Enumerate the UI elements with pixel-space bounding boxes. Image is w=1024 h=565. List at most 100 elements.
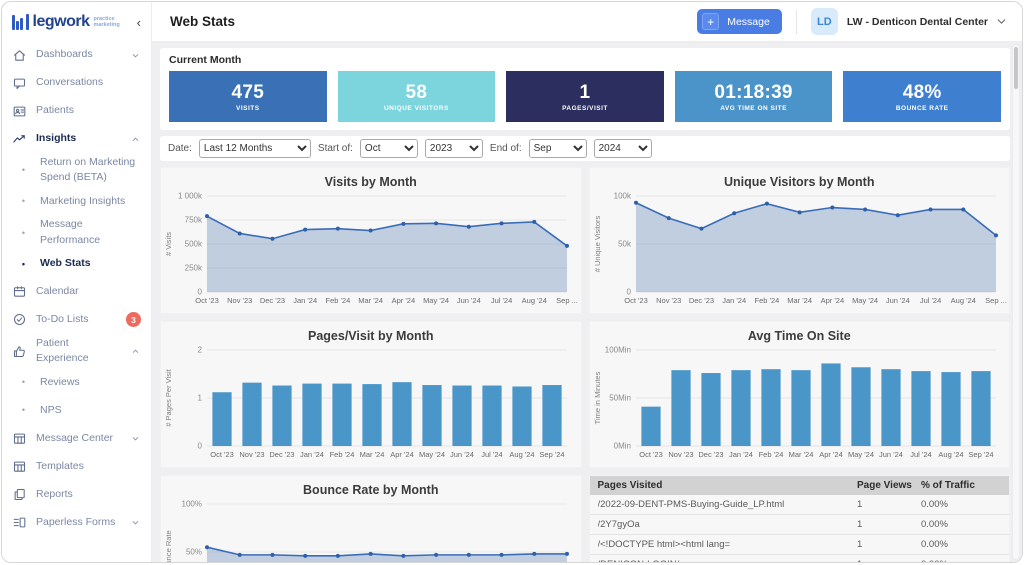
sidebar-item-return-on-marketing-spend[interactable]: •Return on Marketing Spend (BETA) bbox=[2, 153, 151, 187]
sidebar-item-conversations[interactable]: Conversations bbox=[2, 69, 151, 97]
chevron-down-icon bbox=[130, 50, 141, 61]
svg-text:Jun '24: Jun '24 bbox=[450, 450, 474, 459]
svg-text:1: 1 bbox=[198, 394, 203, 403]
bullet-icon: • bbox=[16, 196, 31, 206]
sidebar-item-label: Message Performance bbox=[40, 217, 141, 247]
account-name[interactable]: LW - Denticon Dental Center bbox=[847, 16, 988, 28]
svg-text:250k: 250k bbox=[185, 264, 203, 273]
table-header-row: Pages VisitedPage Views% of Traffic bbox=[590, 476, 1010, 495]
sidebar-item-reviews[interactable]: •Reviews bbox=[2, 368, 151, 396]
svg-text:Aug '24: Aug '24 bbox=[522, 296, 547, 305]
account-chevron-down-icon[interactable] bbox=[995, 15, 1008, 28]
sidebar-item-message-performance[interactable]: •Message Performance bbox=[2, 215, 151, 249]
sidebar-item-message-center[interactable]: Message Center bbox=[2, 424, 151, 452]
svg-text:50%: 50% bbox=[186, 548, 202, 557]
sidebar-item-nps[interactable]: •NPS bbox=[2, 396, 151, 424]
sidebar-item-templates[interactable]: Templates bbox=[2, 452, 151, 480]
svg-text:0Min: 0Min bbox=[613, 442, 630, 451]
stat-card-pages-visit: 1 PAGES/VISIT bbox=[506, 71, 664, 122]
svg-text:May '24: May '24 bbox=[419, 450, 445, 459]
message-button[interactable]: + Message bbox=[697, 9, 782, 34]
svg-text:0: 0 bbox=[198, 442, 203, 451]
sidebar-item-label: NPS bbox=[40, 403, 141, 418]
date-range-select[interactable]: Last 12 Months bbox=[199, 139, 311, 158]
svg-text:Sep ...: Sep ... bbox=[556, 296, 578, 305]
sidebar-item-label: Paperless Forms bbox=[36, 515, 121, 530]
sidebar-item-web-stats[interactable]: •Web Stats bbox=[2, 250, 151, 278]
svg-text:Jul '24: Jul '24 bbox=[910, 450, 931, 459]
traffic-cell: 0.00% bbox=[921, 539, 1001, 550]
chart-pages-per-visit-by-month: Pages/Visit by Month012# Pages Per Visit… bbox=[160, 321, 582, 468]
svg-text:Aug '24: Aug '24 bbox=[509, 450, 534, 459]
traffic-cell: 0.00% bbox=[921, 499, 1001, 510]
sidebar-item-patients[interactable]: Patients bbox=[2, 97, 151, 125]
svg-text:Jan '24: Jan '24 bbox=[300, 450, 324, 459]
sidebar-item-marketing-insights[interactable]: •Marketing Insights bbox=[2, 187, 151, 215]
start-year-select[interactable]: 2023 bbox=[425, 139, 483, 158]
svg-text:Mar '24: Mar '24 bbox=[788, 450, 813, 459]
content-scrollbar[interactable] bbox=[1012, 44, 1020, 560]
end-year-select[interactable]: 2024 bbox=[594, 139, 652, 158]
copy-icon bbox=[12, 487, 27, 502]
svg-text:500k: 500k bbox=[185, 240, 203, 249]
todo-count-badge: 3 bbox=[126, 312, 141, 327]
chevron-up-icon bbox=[130, 346, 141, 357]
svg-text:Jul '24: Jul '24 bbox=[919, 296, 940, 305]
chart-bounce-rate-by-month: Bounce Rate by Month50%100%Bounce RateOc… bbox=[160, 475, 582, 562]
sidebar-item-paperless-forms[interactable]: Paperless Forms bbox=[2, 508, 151, 536]
svg-text:Sep ...: Sep ... bbox=[985, 296, 1007, 305]
svg-text:May '24: May '24 bbox=[852, 296, 878, 305]
svg-text:Nov '23: Nov '23 bbox=[656, 296, 681, 305]
stat-card-bounce-rate: 48% BOUNCE RATE bbox=[843, 71, 1001, 122]
svg-text:Dec '23: Dec '23 bbox=[698, 450, 723, 459]
svg-text:# Visits: # Visits bbox=[164, 232, 173, 256]
svg-text:Jul '24: Jul '24 bbox=[491, 296, 512, 305]
start-month-select[interactable]: Oct bbox=[360, 139, 418, 158]
sidebar-item-label: Web Stats bbox=[40, 256, 141, 271]
svg-text:Jun '24: Jun '24 bbox=[885, 296, 909, 305]
sidebar-nav: DashboardsConversationsPatientsInsights•… bbox=[2, 41, 151, 536]
sidebar-item-insights[interactable]: Insights bbox=[2, 125, 151, 153]
date-filter-bar: Date: Last 12 Months Start of: Oct 2023 … bbox=[160, 136, 1010, 161]
pages-visited-table: Pages VisitedPage Views% of Traffic/2022… bbox=[589, 475, 1011, 562]
svg-text:Nov '23: Nov '23 bbox=[239, 450, 264, 459]
sidebar-item-dashboards[interactable]: Dashboards bbox=[2, 41, 151, 69]
sidebar-item-to-do-lists[interactable]: To-Do Lists3 bbox=[2, 306, 151, 334]
svg-text:Apr '24: Apr '24 bbox=[392, 296, 416, 305]
scrollbar-thumb[interactable] bbox=[1014, 47, 1018, 89]
page-views-cell: 1 bbox=[857, 499, 921, 510]
svg-text:Jun '24: Jun '24 bbox=[879, 450, 903, 459]
page-views-cell: 1 bbox=[857, 559, 921, 562]
content: Current Month 475 VISITS58 UNIQUE VISITO… bbox=[152, 42, 1022, 562]
insights-icon bbox=[12, 132, 27, 147]
sidebar-item-reports[interactable]: Reports bbox=[2, 480, 151, 508]
avatar[interactable]: LD bbox=[811, 8, 838, 35]
table-row: /2022-09-DENT-PMS-Buying-Guide_LP.html10… bbox=[590, 495, 1010, 515]
stat-value: 1 bbox=[580, 82, 591, 104]
svg-text:Dec '23: Dec '23 bbox=[269, 450, 294, 459]
sidebar-collapse-icon[interactable]: ‹ bbox=[135, 15, 143, 30]
chat-icon bbox=[12, 76, 27, 91]
sidebar-item-calendar[interactable]: Calendar bbox=[2, 278, 151, 306]
svg-text:Oct '23: Oct '23 bbox=[195, 296, 219, 305]
svg-text:# Unique Visitors: # Unique Visitors bbox=[593, 215, 602, 272]
stat-card-avg-time-on-site: 01:18:39 AVG TIME ON SITE bbox=[675, 71, 833, 122]
chart-title: Avg Time On Site bbox=[590, 322, 1010, 343]
svg-text:Nov '23: Nov '23 bbox=[668, 450, 693, 459]
svg-text:May '24: May '24 bbox=[423, 296, 449, 305]
patients-icon bbox=[12, 104, 27, 119]
page-path-cell: /DENICON-LOGIN/ bbox=[598, 559, 858, 562]
app-window: legwork practice marketing ‹ DashboardsC… bbox=[1, 1, 1023, 563]
page-views-cell: 1 bbox=[857, 539, 921, 550]
svg-text:Jan '24: Jan '24 bbox=[293, 296, 317, 305]
stat-value: 475 bbox=[231, 82, 264, 104]
end-month-select[interactable]: Sep bbox=[529, 139, 587, 158]
table-header-cell: Page Views bbox=[857, 480, 921, 491]
sidebar-item-label: Templates bbox=[36, 459, 141, 474]
chart-plot: 012# Pages Per VisitOct '23Nov '23Dec '2… bbox=[161, 343, 581, 461]
svg-text:Jun '24: Jun '24 bbox=[457, 296, 481, 305]
svg-text:Mar '24: Mar '24 bbox=[358, 296, 383, 305]
sidebar-item-label: Message Center bbox=[36, 431, 121, 446]
sidebar-item-patient-experience[interactable]: Patient Experience bbox=[2, 334, 151, 368]
bullet-icon: • bbox=[16, 377, 31, 387]
